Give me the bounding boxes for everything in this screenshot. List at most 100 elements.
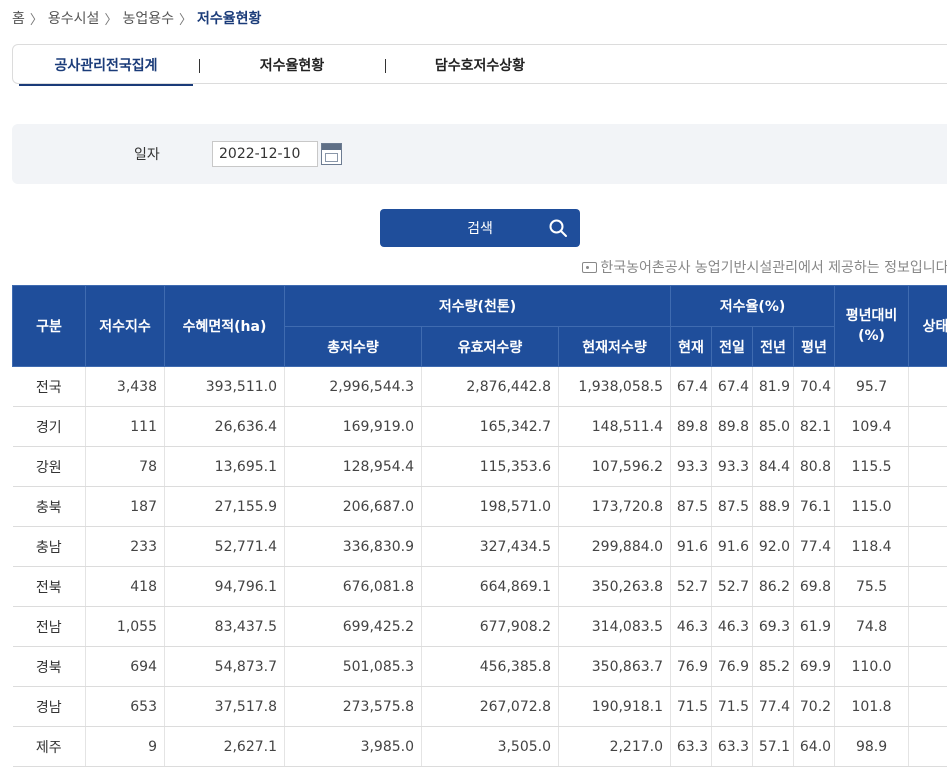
tab-storage-rate[interactable]: 저수율현황: [217, 45, 367, 85]
cell-rate-prev-day: 71.5: [711, 686, 754, 727]
cell-rate-prev-day: 52.7: [711, 566, 754, 607]
cell-total: 2,996,544.3: [284, 366, 422, 407]
cell-rate-prev-year: 85.0: [752, 406, 795, 447]
cell-total: 206,687.0: [284, 486, 422, 527]
tab-divider: [385, 59, 386, 73]
cell-effective: 3,505.0: [421, 726, 559, 767]
cell-current: 190,918.1: [558, 686, 672, 727]
cell-area: 27,155.9: [164, 486, 285, 527]
table-row: 경기 111 26,636.4 169,919.0 165,342.7 148,…: [12, 406, 947, 447]
cell-effective: 267,072.8: [421, 686, 559, 727]
cell-count: 233: [85, 526, 165, 567]
cell-total: 273,575.8: [284, 686, 422, 727]
cell-vs-average: 95.7: [834, 366, 910, 407]
cell-rate-prev-year: 57.1: [752, 726, 795, 767]
cell-rate-prev-year: 85.2: [752, 646, 795, 687]
cell-rate-avg-year: 76.1: [793, 486, 836, 527]
cell-rate-prev-day: 63.3: [711, 726, 754, 767]
header-current-storage: 현재저수량: [557, 326, 672, 367]
cell-status: [908, 606, 947, 647]
cell-rate-prev-year: 69.3: [752, 606, 795, 647]
cell-count: 1,055: [85, 606, 165, 647]
cell-total: 676,081.8: [284, 566, 422, 607]
breadcrumb-home[interactable]: 홈: [12, 8, 25, 28]
cell-rate-now: 52.7: [670, 566, 713, 607]
cell-rate-avg-year: 80.8: [793, 446, 836, 487]
calendar-icon[interactable]: [321, 143, 342, 165]
cell-status: [908, 406, 947, 447]
cell-rate-prev-day: 76.9: [711, 646, 754, 687]
cell-vs-average: 75.5: [834, 566, 910, 607]
cell-current: 2,217.0: [558, 726, 672, 767]
cell-total: 169,919.0: [284, 406, 422, 447]
cell-vs-average: 109.4: [834, 406, 910, 447]
breadcrumb: 홈 〉 용수시설 〉 농업용수 〉 저수율현황: [12, 8, 261, 28]
cell-effective: 456,385.8: [421, 646, 559, 687]
cell-rate-now: 67.4: [670, 366, 713, 407]
date-input[interactable]: 2022-12-10: [212, 141, 318, 167]
header-reservoir-count: 저수지수: [85, 285, 165, 367]
cell-count: 111: [85, 406, 165, 447]
cell-rate-now: 87.5: [670, 486, 713, 527]
cell-rate-avg-year: 70.4: [793, 366, 836, 407]
cell-effective: 327,434.5: [421, 526, 559, 567]
search-button-label: 검색: [467, 221, 493, 237]
source-note-text: 한국농어촌공사 농업기반시설관리에서 제공하는 정보입니다.: [600, 260, 947, 276]
cell-status: [908, 366, 947, 407]
table-row: 강원 78 13,695.1 128,954.4 115,353.6 107,5…: [12, 446, 947, 487]
cell-effective: 165,342.7: [421, 406, 559, 447]
tab-national-summary[interactable]: 공사관리전국집계: [19, 45, 193, 86]
cell-rate-prev-year: 84.4: [752, 446, 795, 487]
header-total-storage: 총저수량: [284, 326, 422, 367]
cell-current: 173,720.8: [558, 486, 672, 527]
cell-rate-prev-year: 81.9: [752, 366, 795, 407]
cell-status: [908, 526, 947, 567]
cell-total: 336,830.9: [284, 526, 422, 567]
cell-vs-average: 115.5: [834, 446, 910, 487]
cell-area: 26,636.4: [164, 406, 285, 447]
cell-effective: 115,353.6: [421, 446, 559, 487]
cell-region: 강원: [12, 446, 86, 487]
cell-area: 94,796.1: [164, 566, 285, 607]
cell-rate-prev-year: 86.2: [752, 566, 795, 607]
cell-current: 350,263.8: [558, 566, 672, 607]
search-icon: [549, 219, 567, 237]
cell-rate-now: 93.3: [670, 446, 713, 487]
cell-effective: 198,571.0: [421, 486, 559, 527]
cell-total: 699,425.2: [284, 606, 422, 647]
cell-region: 경북: [12, 646, 86, 687]
cell-area: 13,695.1: [164, 446, 285, 487]
cell-count: 187: [85, 486, 165, 527]
cell-count: 78: [85, 446, 165, 487]
search-panel: 일자 2022-12-10: [12, 124, 947, 184]
date-label: 일자: [134, 147, 160, 163]
cell-rate-avg-year: 82.1: [793, 406, 836, 447]
info-tag-icon: [582, 261, 598, 273]
cell-rate-now: 89.8: [670, 406, 713, 447]
tab-bar: 공사관리전국집계 저수율현황 담수호저수상황: [12, 44, 947, 86]
cell-rate-prev-day: 91.6: [711, 526, 754, 567]
cell-effective: 677,908.2: [421, 606, 559, 647]
cell-rate-avg-year: 69.9: [793, 646, 836, 687]
cell-rate-avg-year: 61.9: [793, 606, 836, 647]
cell-region: 경기: [12, 406, 86, 447]
cell-rate-prev-day: 89.8: [711, 406, 754, 447]
tab-freshwater-lake[interactable]: 담수호저수상황: [405, 45, 555, 85]
breadcrumb-level2[interactable]: 농업용수: [122, 8, 174, 28]
cell-area: 83,437.5: [164, 606, 285, 647]
cell-area: 2,627.1: [164, 726, 285, 767]
cell-rate-now: 63.3: [670, 726, 713, 767]
search-button[interactable]: 검색: [380, 209, 580, 247]
cell-rate-now: 76.9: [670, 646, 713, 687]
breadcrumb-separator: 〉: [104, 12, 118, 28]
cell-status: [908, 486, 947, 527]
cell-area: 393,511.0: [164, 366, 285, 407]
table-row: 전북 418 94,796.1 676,081.8 664,869.1 350,…: [12, 566, 947, 607]
cell-vs-average: 110.0: [834, 646, 910, 687]
cell-rate-avg-year: 77.4: [793, 526, 836, 567]
header-vs-average: 평년대비 (%): [834, 285, 910, 367]
cell-region: 전남: [12, 606, 86, 647]
breadcrumb-level1[interactable]: 용수시설: [48, 8, 100, 28]
cell-area: 54,873.7: [164, 646, 285, 687]
cell-current: 148,511.4: [558, 406, 672, 447]
